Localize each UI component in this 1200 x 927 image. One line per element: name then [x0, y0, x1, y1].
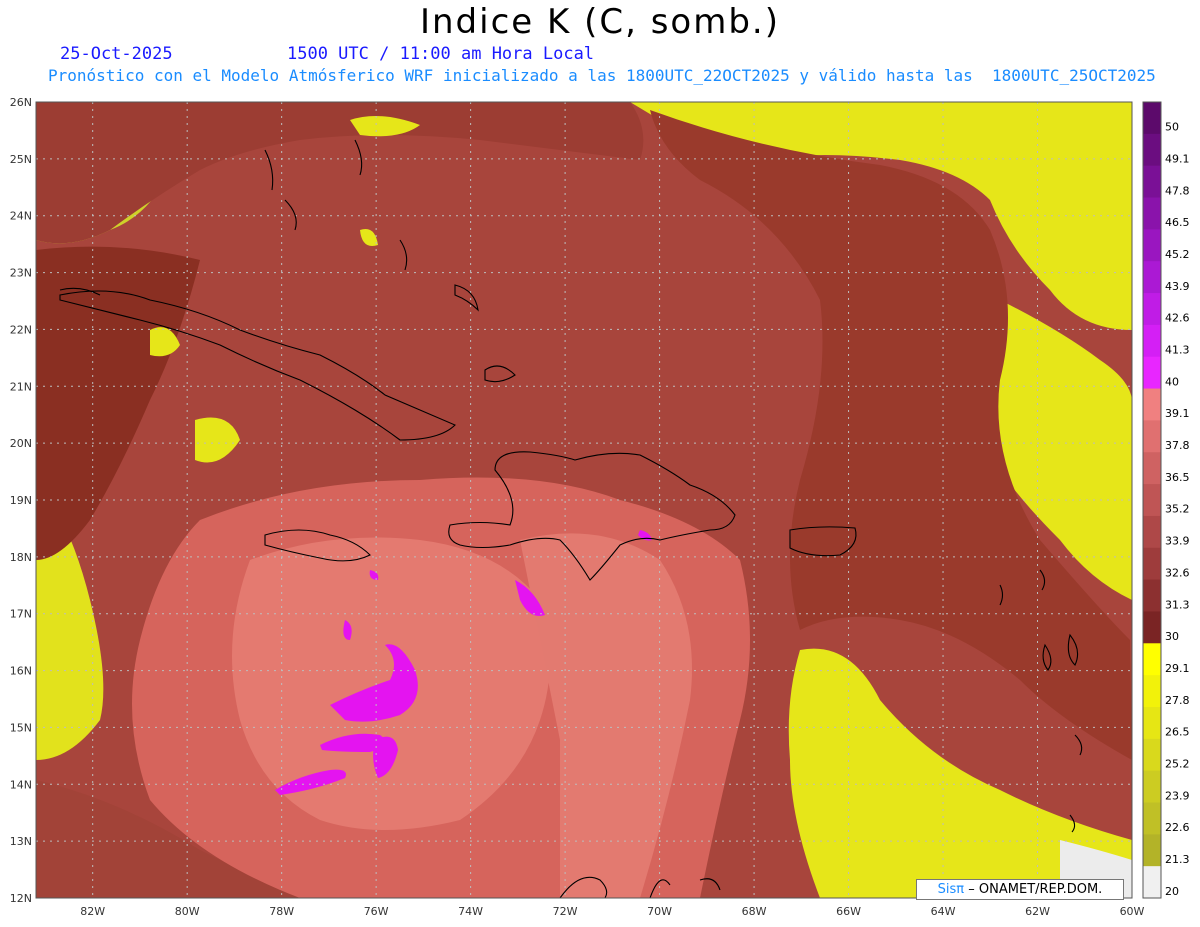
- colorbar-label: 33.9: [1165, 535, 1190, 548]
- colorbar-label: 43.9: [1165, 280, 1190, 293]
- colorbar-label: 31.3: [1165, 598, 1190, 611]
- colorbar-swatch: [1143, 356, 1161, 390]
- colorbar-swatch: [1143, 802, 1161, 835]
- colorbar-label: 37.8: [1165, 439, 1190, 452]
- map-figure: 26N 25N 24N 23N 22N 21N 20N 19N 18N 17N 16N 15N 14N 1…: [10, 96, 1190, 918]
- colorbar-swatch: [1143, 611, 1161, 644]
- colorbar-label: 30: [1165, 630, 1179, 643]
- colorbar-label: 25.2: [1165, 757, 1190, 770]
- colorbar-label: 46.5: [1165, 216, 1190, 229]
- lon-tick-label: 64W: [931, 905, 956, 918]
- colorbar: 50 49.1 47.8 46.5 45.2 43.9 42.6 41.3 40 39.1 37.8…: [1142, 101, 1190, 899]
- lon-tick-label: 80W: [175, 905, 200, 918]
- colorbar-label: 35.2: [1165, 503, 1190, 516]
- colorbar-label: 47.8: [1165, 184, 1190, 197]
- colorbar-swatch: [1143, 547, 1161, 581]
- lon-tick-label: 78W: [269, 905, 294, 918]
- colorbar-swatch: [1143, 738, 1161, 772]
- lon-tick-label: 72W: [553, 905, 578, 918]
- colorbar-label: 41.3: [1165, 344, 1190, 357]
- longitude-labels: 82W 80W 78W 76W 74W 72W 70W 68W 66W 64W 62W 60W: [80, 905, 1144, 918]
- lat-tick-label: 18N: [10, 551, 32, 564]
- colorbar-swatch: [1143, 834, 1161, 867]
- colorbar-swatch: [1143, 261, 1161, 294]
- colorbar-swatch: [1143, 484, 1161, 517]
- colorbar-label: 42.6: [1165, 312, 1190, 325]
- colorbar-swatch: [1143, 293, 1161, 326]
- colorbar-label: 29.1: [1165, 662, 1190, 675]
- lon-tick-label: 76W: [364, 905, 389, 918]
- lat-tick-label: 24N: [10, 210, 32, 223]
- lon-tick-label: 68W: [742, 905, 767, 918]
- colorbar-swatch: [1143, 706, 1161, 740]
- lat-tick-label: 14N: [10, 778, 32, 791]
- colorbar-label: 22.6: [1165, 821, 1190, 834]
- lat-tick-label: 13N: [10, 835, 32, 848]
- credit-brand: Sisπ: [937, 882, 965, 897]
- colorbar-swatch: [1143, 102, 1161, 135]
- colorbar-label: 23.9: [1165, 789, 1190, 802]
- lat-tick-label: 26N: [10, 96, 32, 109]
- colorbar-label: 36.5: [1165, 471, 1190, 484]
- credit-box: Sisπ – ONAMET/REP.DOM.: [916, 879, 1124, 900]
- credit-text: – ONAMET/REP.DOM.: [968, 882, 1103, 897]
- colorbar-label: 32.6: [1165, 566, 1190, 579]
- lon-tick-label: 60W: [1120, 905, 1145, 918]
- lon-tick-label: 82W: [80, 905, 105, 918]
- colorbar-swatch: [1143, 452, 1161, 485]
- colorbar-label: 49.1: [1165, 152, 1190, 165]
- colorbar-swatch: [1143, 229, 1161, 262]
- lat-tick-label: 19N: [10, 494, 32, 507]
- colorbar-swatch: [1143, 515, 1161, 549]
- colorbar-swatch: [1143, 579, 1161, 612]
- lat-tick-label: 12N: [10, 892, 32, 905]
- colorbar-label: 40: [1165, 375, 1179, 388]
- colorbar-swatch: [1143, 866, 1161, 899]
- lat-tick-label: 17N: [10, 608, 32, 621]
- colorbar-label: 50: [1165, 121, 1179, 134]
- lat-tick-label: 22N: [10, 323, 32, 336]
- lon-tick-label: 62W: [1025, 905, 1050, 918]
- lon-tick-label: 66W: [836, 905, 861, 918]
- lon-tick-label: 70W: [647, 905, 672, 918]
- colorbar-label: 45.2: [1165, 248, 1190, 261]
- colorbar-swatch: [1143, 388, 1161, 421]
- colorbar-label: 26.5: [1165, 726, 1190, 739]
- latitude-labels: 26N 25N 24N 23N 22N 21N 20N 19N 18N 17N 16N 15N 14N 1…: [10, 96, 32, 905]
- colorbar-swatch: [1143, 420, 1161, 453]
- colorbar-swatch: [1143, 133, 1161, 167]
- colorbar-swatch: [1143, 675, 1161, 708]
- colorbar-label: 21.3: [1165, 853, 1190, 866]
- colorbar-swatch: [1143, 770, 1161, 803]
- colorbar-label: 20: [1165, 885, 1179, 898]
- lat-tick-label: 21N: [10, 380, 32, 393]
- colorbar-label: 39.1: [1165, 407, 1190, 420]
- lat-tick-label: 16N: [10, 665, 32, 678]
- lat-tick-label: 25N: [10, 153, 32, 166]
- colorbar-swatch: [1143, 165, 1161, 199]
- lat-tick-label: 20N: [10, 437, 32, 450]
- lat-tick-label: 23N: [10, 267, 32, 280]
- lon-tick-label: 74W: [458, 905, 483, 918]
- colorbar-swatch: [1143, 643, 1161, 676]
- colorbar-swatch: [1143, 197, 1161, 230]
- colorbar-label: 27.8: [1165, 694, 1190, 707]
- lat-tick-label: 15N: [10, 721, 32, 734]
- colorbar-swatch: [1143, 324, 1161, 358]
